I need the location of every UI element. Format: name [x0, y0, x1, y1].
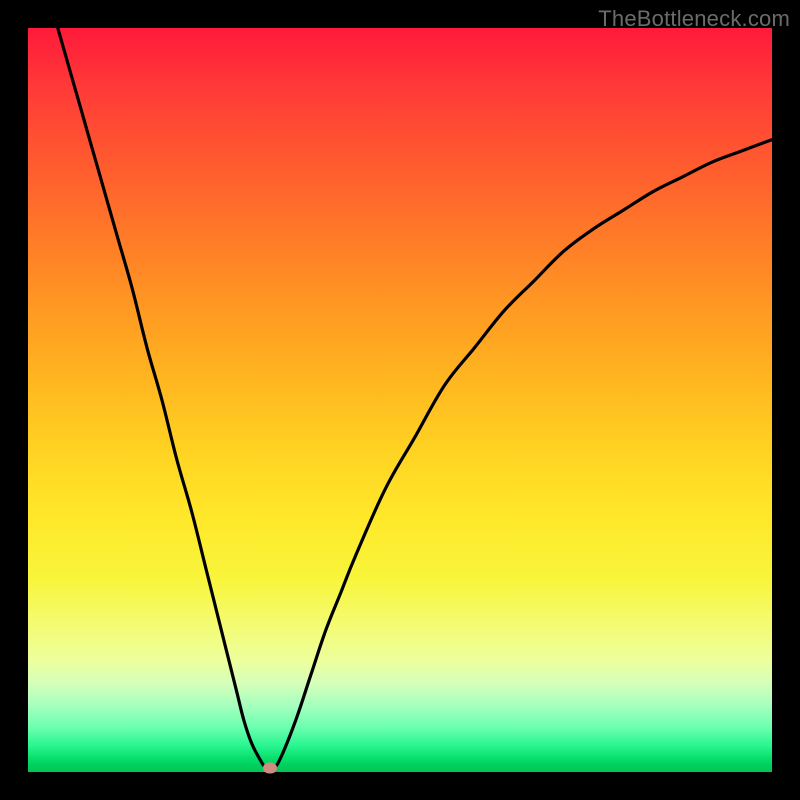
bottleneck-curve	[28, 28, 772, 772]
chart-plot-area	[28, 28, 772, 772]
chart-frame: TheBottleneck.com	[0, 0, 800, 800]
watermark-text: TheBottleneck.com	[598, 6, 790, 32]
curve-minimum-marker	[263, 763, 277, 774]
